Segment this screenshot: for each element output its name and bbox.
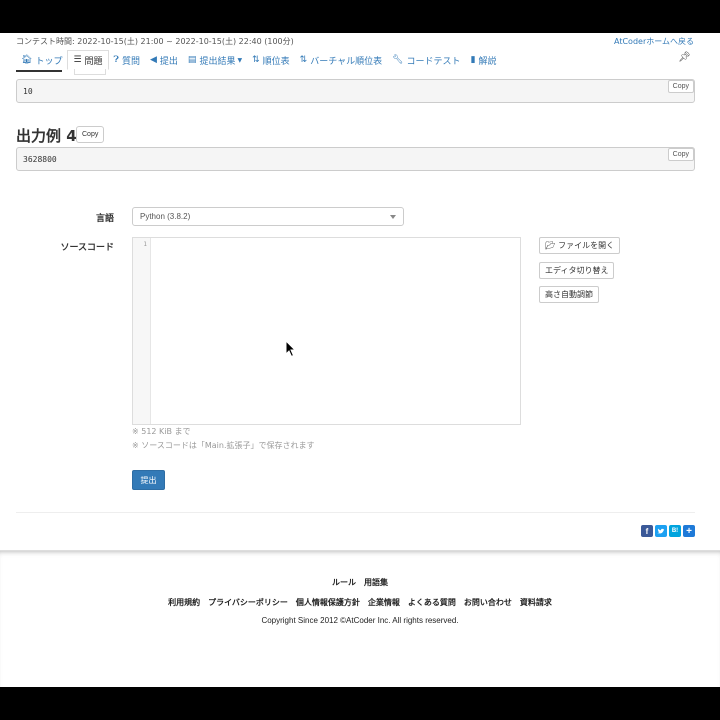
hatena-bookmark-icon[interactable]: B! bbox=[669, 525, 681, 537]
language-value: Python (3.8.2) bbox=[140, 212, 191, 221]
share-more-icon[interactable]: + bbox=[683, 525, 695, 537]
line-number-gutter: 1 bbox=[133, 238, 151, 424]
tab-editorial[interactable]: ▮ 解説 bbox=[466, 50, 502, 70]
results-icon: ▤ bbox=[187, 55, 197, 65]
copy-button[interactable]: Copy bbox=[76, 126, 105, 143]
tab-custom-test[interactable]: 🔧︎ コードテスト bbox=[387, 50, 465, 70]
tab-standings[interactable]: ⇅ 順位表 bbox=[247, 50, 295, 70]
tab-results[interactable]: ▤ 提出結果 ▼ bbox=[183, 50, 247, 70]
sort-icon: ⇅ bbox=[252, 55, 260, 65]
input-heading-partial bbox=[16, 69, 62, 73]
divider bbox=[16, 512, 695, 513]
tab-virtual-standings[interactable]: ⇅ バーチャル順位表 bbox=[295, 50, 387, 70]
home-icon: 🏠︎ bbox=[21, 55, 33, 65]
contest-time: コンテスト時間: 2022-10-15(土) 21:00 ~ 2022-10-1… bbox=[16, 37, 294, 46]
tab-submit[interactable]: ◀ 提出 bbox=[145, 50, 183, 70]
letterbox-top bbox=[0, 0, 720, 33]
copy-button[interactable]: Copy bbox=[667, 148, 694, 161]
tab-clarifications[interactable]: ❓︎ 質問 bbox=[109, 50, 145, 70]
toggle-editor-button[interactable]: エディタ切り替え bbox=[539, 262, 615, 279]
facebook-share-icon[interactable]: f bbox=[641, 525, 653, 537]
footer: ルール 用語集 利用規約 プライバシーポリシー 個人情報保護方針 企業情報 よく… bbox=[0, 550, 720, 687]
footer-link-faq[interactable]: よくある質問 bbox=[408, 597, 456, 608]
tab-top[interactable]: 🏠︎ トップ bbox=[16, 50, 67, 70]
sort-icon: ⇅ bbox=[299, 55, 308, 65]
pin-icon[interactable]: 📌︎ bbox=[678, 52, 691, 63]
source-code-label: ソースコード bbox=[60, 243, 114, 253]
source-code-editor[interactable]: 1 bbox=[132, 237, 521, 425]
sample-output-block: 3628800 Copy bbox=[16, 147, 695, 171]
letterbox-bottom bbox=[0, 687, 720, 720]
footer-link-glossary[interactable]: 用語集 bbox=[364, 577, 388, 588]
tab-tasks[interactable]: ☰ 問題 bbox=[67, 50, 109, 70]
wrench-icon: 🔧︎ bbox=[392, 55, 404, 65]
copy-button[interactable]: Copy bbox=[667, 80, 694, 93]
language-label: 言語 bbox=[95, 214, 114, 224]
caret-down-icon: ▼ bbox=[237, 56, 243, 64]
footer-row-secondary: 利用規約 プライバシーポリシー 個人情報保護方針 企業情報 よくある質問 お問い… bbox=[0, 597, 720, 608]
size-limit-note: ※ 512 KiB まで bbox=[132, 427, 191, 436]
footer-link-personal-info[interactable]: 個人情報保護方針 bbox=[296, 597, 360, 608]
sample-input-block: 10 Copy bbox=[16, 79, 695, 103]
submit-button[interactable]: 提出 bbox=[132, 470, 165, 490]
line-number: 1 bbox=[143, 241, 147, 248]
auto-height-button[interactable]: 高さ自動調節 bbox=[539, 286, 599, 303]
footer-row-primary: ルール 用語集 bbox=[0, 577, 720, 588]
footer-link-contact[interactable]: お問い合わせ bbox=[464, 597, 512, 608]
footer-link-rules[interactable]: ルール bbox=[332, 577, 356, 588]
main-page: コンテスト時間: 2022-10-15(土) 21:00 ~ 2022-10-1… bbox=[0, 33, 720, 550]
footer-link-documents[interactable]: 資料請求 bbox=[520, 597, 552, 608]
chevron-down-icon bbox=[390, 215, 396, 219]
send-icon: ◀ bbox=[149, 55, 157, 65]
output-example-heading: 出力例 4 bbox=[16, 127, 77, 145]
contest-nav: 🏠︎ トップ ☰ 問題 ❓︎ 質問 ◀ 提出 ▤ 提出結果 ▼ ⇅ 順位表 ⇅ バーチャル順位表… bbox=[16, 50, 502, 70]
footer-link-company[interactable]: 企業情報 bbox=[368, 597, 400, 608]
filename-note: ※ ソースコードは「Main.拡張子」で保存されます bbox=[132, 441, 315, 450]
footer-link-privacy-policy[interactable]: プライバシーポリシー bbox=[208, 597, 288, 608]
sample-output-value: 3628800 bbox=[23, 154, 57, 164]
input-copy-button-partial bbox=[74, 69, 106, 75]
twitter-share-icon[interactable] bbox=[655, 525, 667, 537]
folder-open-icon: 📂︎ bbox=[545, 241, 556, 250]
footer-link-terms[interactable]: 利用規約 bbox=[168, 597, 200, 608]
book-icon: ▮ bbox=[470, 55, 476, 65]
mouse-cursor-icon bbox=[285, 340, 297, 358]
question-icon: ❓︎ bbox=[113, 55, 119, 65]
back-to-home-link[interactable]: AtCoderホームへ戻る bbox=[614, 36, 694, 47]
copyright: Copyright Since 2012 ©AtCoder Inc. All r… bbox=[261, 616, 459, 625]
open-file-button[interactable]: 📂︎ ファイルを開く bbox=[539, 237, 621, 254]
sample-input-value: 10 bbox=[23, 86, 33, 96]
language-select[interactable]: Python (3.8.2) bbox=[132, 207, 404, 226]
list-icon: ☰ bbox=[73, 55, 82, 65]
